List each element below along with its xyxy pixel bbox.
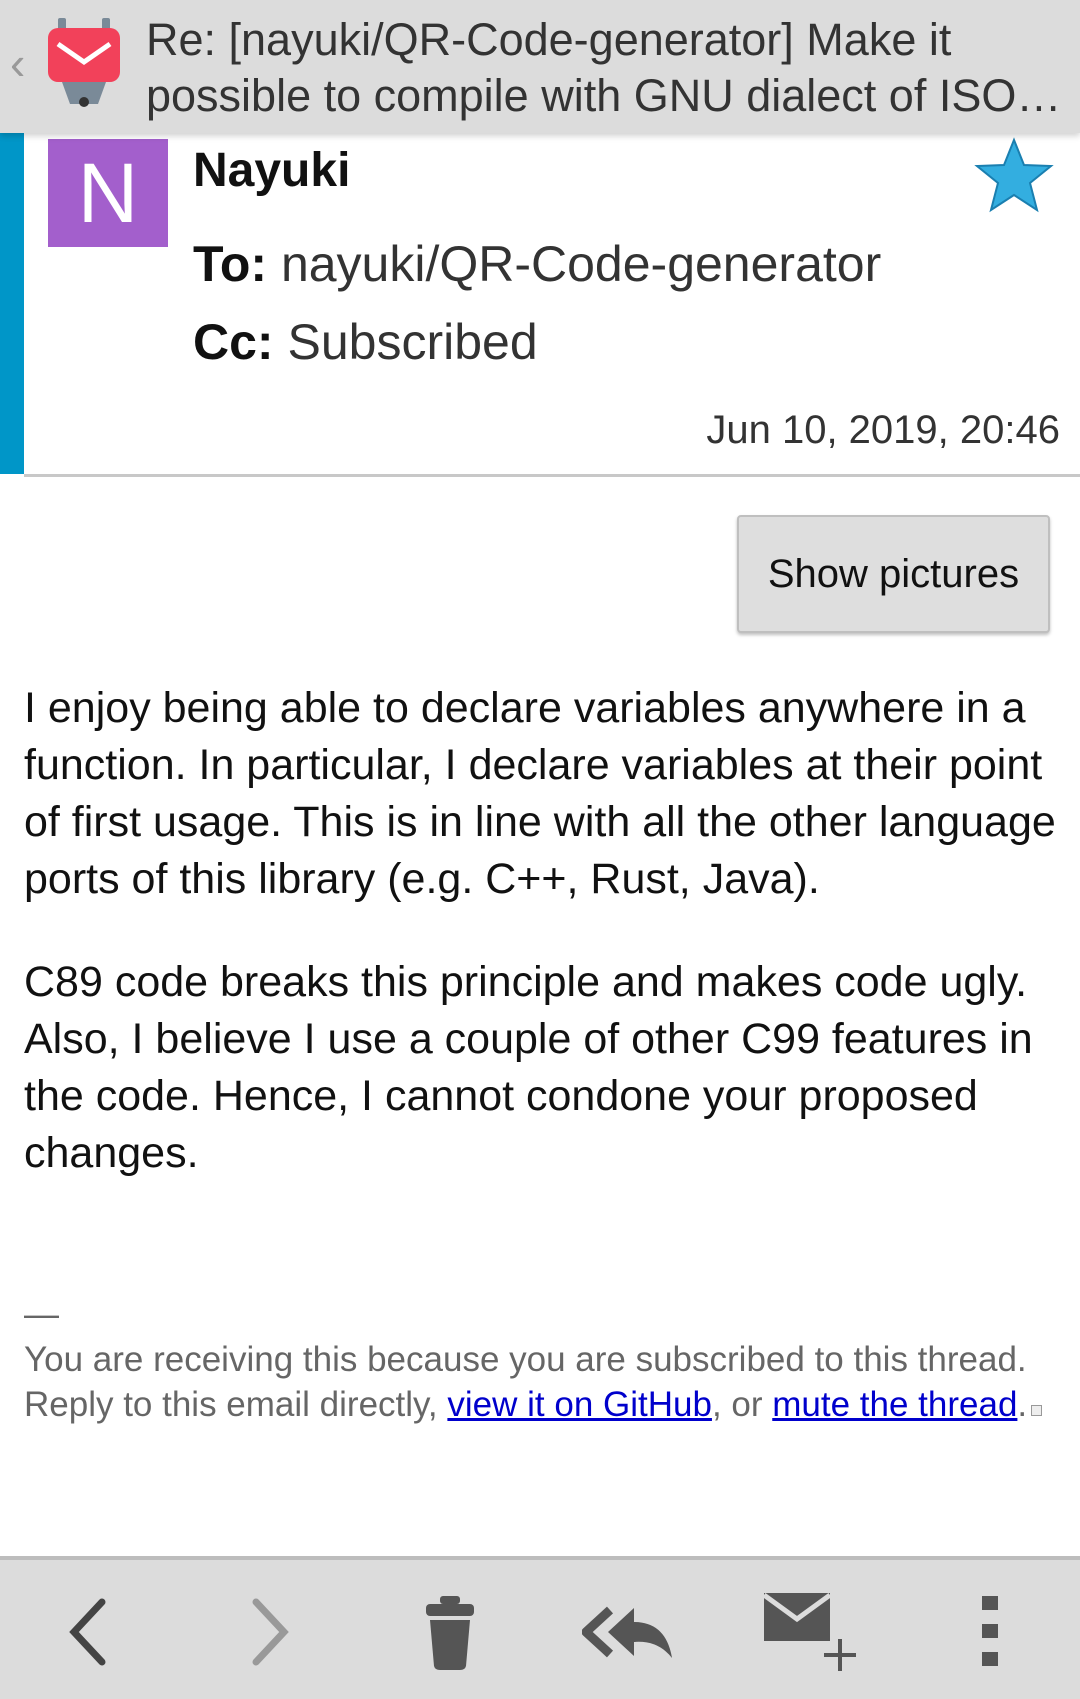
- bottom-action-bar: [0, 1556, 1080, 1699]
- app-logo-icon[interactable]: [44, 18, 124, 110]
- up-navigation-icon[interactable]: ‹: [10, 40, 25, 86]
- reply-all-icon: [582, 1606, 672, 1658]
- message-body: I enjoy being able to declare variables …: [24, 680, 1064, 1228]
- next-message-button[interactable]: [218, 1582, 318, 1682]
- tracking-image-placeholder: [1031, 1405, 1043, 1416]
- star-icon[interactable]: [974, 137, 1054, 213]
- account-color-strip: [0, 133, 24, 474]
- cc-label: Cc:: [193, 314, 274, 370]
- mute-thread-link[interactable]: mute the thread: [772, 1385, 1017, 1424]
- avatar[interactable]: N: [48, 139, 168, 247]
- footer-reply-mid: , or: [711, 1385, 773, 1424]
- email-subject: Re: [nayuki/QR-Code-generator] Make it p…: [146, 12, 1070, 124]
- footer-subscription-note: You are receiving this because you are s…: [24, 1340, 1027, 1379]
- action-bar: ‹ Re: [nayuki/QR-Code-generator] Make it…: [0, 0, 1080, 133]
- delete-button[interactable]: [400, 1582, 500, 1682]
- message-header[interactable]: N Nayuki To: nayuki/QR-Code-generator Cc…: [0, 133, 1080, 477]
- reply-all-button[interactable]: [580, 1582, 680, 1682]
- footer-reply-suffix: .: [1017, 1385, 1028, 1424]
- to-line: To: nayuki/QR-Code-generator: [193, 235, 881, 293]
- footer-reply-line: Reply to this email directly, view it on…: [24, 1382, 1054, 1427]
- footer-dash: —: [24, 1295, 59, 1334]
- to-label: To:: [193, 236, 268, 292]
- delete-icon: [426, 1596, 474, 1670]
- previous-icon: [69, 1598, 106, 1666]
- email-footer: — You are receiving this because you are…: [24, 1292, 1054, 1427]
- footer-reply-prefix: Reply to this email directly,: [24, 1385, 448, 1424]
- compose-button[interactable]: [758, 1582, 858, 1682]
- body-paragraph: C89 code breaks this principle and makes…: [24, 958, 1033, 1177]
- overflow-menu-icon: [982, 1596, 998, 1666]
- subject-line-1: Re: [nayuki/QR-Code-generator] Make it: [146, 14, 952, 65]
- overflow-menu-button[interactable]: [940, 1582, 1040, 1682]
- sender-name: Nayuki: [193, 144, 351, 197]
- subject-line-2: possible to compile with GNU dialect of …: [146, 70, 1070, 121]
- previous-message-button[interactable]: [40, 1582, 140, 1682]
- to-value: nayuki/QR-Code-generator: [280, 236, 882, 292]
- header-divider: [24, 474, 1080, 477]
- cc-line: Cc: Subscribed: [193, 313, 538, 371]
- next-icon: [252, 1598, 289, 1666]
- show-pictures-button[interactable]: Show pictures: [737, 515, 1050, 633]
- cc-value: Subscribed: [287, 314, 538, 370]
- body-paragraph: I enjoy being able to declare variables …: [24, 684, 1056, 903]
- compose-icon: [762, 1592, 856, 1671]
- view-on-github-link[interactable]: view it on GitHub: [447, 1385, 712, 1424]
- message-date: Jun 10, 2019, 20:46: [706, 408, 1060, 452]
